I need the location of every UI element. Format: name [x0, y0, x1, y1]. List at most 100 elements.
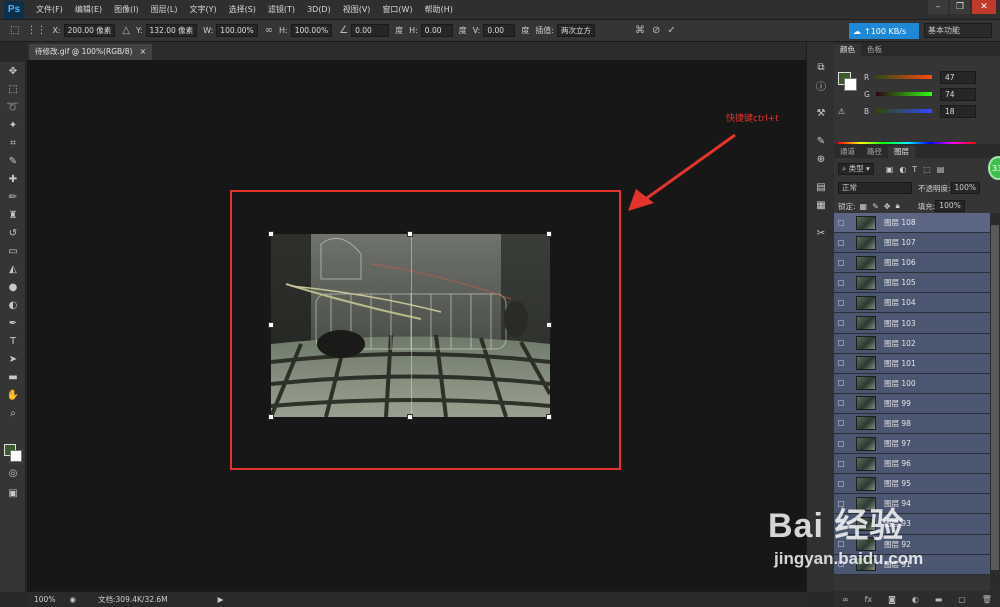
interpolation-select[interactable]: 两次立方: [557, 24, 596, 37]
lock-position-icon[interactable]: ✥: [884, 202, 891, 211]
lock-image-icon[interactable]: ✎: [872, 202, 879, 211]
transform-handle-bl[interactable]: [268, 414, 274, 420]
blur-tool-icon[interactable]: ●: [0, 278, 26, 296]
magic-wand-icon[interactable]: ✦: [0, 116, 26, 134]
layer-filter-select[interactable]: ⌕ 类型 ▾: [838, 163, 874, 175]
layer-image[interactable]: [271, 234, 550, 417]
link-layers-icon[interactable]: ∞: [842, 595, 849, 604]
tab-swatches[interactable]: 色板: [861, 44, 888, 56]
red-slider[interactable]: [876, 75, 932, 79]
visibility-toggle[interactable]: [834, 434, 848, 454]
delta-icon[interactable]: △: [122, 25, 130, 36]
transform-handle-bc[interactable]: [407, 414, 413, 420]
clone-stamp-icon[interactable]: ♜: [0, 206, 26, 224]
document-tab[interactable]: 待修改.gif @ 100%(RGB/8) ×: [29, 44, 153, 60]
maximize-icon[interactable]: ❐: [950, 0, 970, 14]
transform-handle-br[interactable]: [546, 414, 552, 420]
y-field[interactable]: 132.00 像素: [145, 24, 198, 37]
crop-tool-icon[interactable]: ⌗: [0, 134, 26, 152]
w-field[interactable]: 100.00%: [216, 24, 258, 37]
zoom-level[interactable]: 100%: [34, 595, 55, 604]
clone-source-icon[interactable]: ⊕: [807, 150, 835, 168]
transform-handle-tc[interactable]: [407, 231, 413, 237]
hskew-field[interactable]: 0.00: [420, 24, 453, 37]
red-value[interactable]: 47: [940, 70, 976, 84]
tools-extra-icon[interactable]: ✂: [807, 224, 835, 242]
tool-presets-icon[interactable]: ⚒: [807, 104, 835, 122]
menu-file[interactable]: 文件(F): [36, 4, 63, 15]
visibility-toggle[interactable]: [834, 373, 848, 393]
marquee-tool-icon[interactable]: ⬚: [0, 80, 26, 98]
menu-view[interactable]: 视图(V): [343, 4, 371, 15]
menu-type[interactable]: 文字(Y): [189, 4, 216, 15]
opacity-field[interactable]: 100%: [950, 182, 980, 194]
layer-row[interactable]: 图层 98: [834, 413, 990, 435]
healing-brush-icon[interactable]: ✚: [0, 170, 26, 188]
brush-tool-icon[interactable]: ✏: [0, 188, 26, 206]
link-icon[interactable]: ∞: [265, 25, 273, 36]
cancel-transform-icon[interactable]: ⊘: [652, 25, 660, 36]
new-group-icon[interactable]: ▬: [935, 595, 943, 604]
paragraph-icon[interactable]: ▤: [807, 178, 835, 196]
close-icon[interactable]: ✕: [972, 0, 996, 14]
eraser-icon[interactable]: ▭: [0, 242, 26, 260]
close-tab-icon[interactable]: ×: [140, 47, 146, 56]
add-mask-icon[interactable]: ◙: [888, 595, 896, 604]
panel-background-swatch[interactable]: [844, 78, 857, 91]
transform-handle-tl[interactable]: [268, 231, 274, 237]
lasso-tool-icon[interactable]: ➰: [0, 98, 26, 116]
move-tool-icon[interactable]: ✥: [0, 62, 26, 80]
lock-transparent-icon[interactable]: ▦: [860, 202, 868, 211]
new-layer-icon[interactable]: ▢: [958, 595, 966, 604]
status-info-icon[interactable]: ◉: [69, 595, 76, 604]
reference-point-icon[interactable]: ⋮⋮: [26, 25, 46, 36]
vskew-field[interactable]: 0.00: [483, 24, 516, 37]
layer-row[interactable]: 图层 105: [834, 273, 990, 294]
menu-filter[interactable]: 滤镜(T): [268, 4, 295, 15]
layer-row[interactable]: 图层 104: [834, 293, 990, 314]
dodge-tool-icon[interactable]: ◐: [0, 296, 26, 314]
warp-icon[interactable]: ⌘: [635, 25, 645, 36]
transform-handle-ml[interactable]: [268, 322, 274, 328]
filter-text-icon[interactable]: T: [912, 165, 917, 174]
type-tool-icon[interactable]: T: [0, 332, 26, 350]
layer-style-icon[interactable]: fx: [865, 595, 873, 604]
menu-help[interactable]: 帮助(H): [425, 4, 453, 15]
commit-transform-icon[interactable]: ✓: [667, 25, 675, 36]
visibility-toggle[interactable]: [834, 333, 848, 353]
filter-pixel-icon[interactable]: ▣: [886, 165, 894, 174]
path-selection-icon[interactable]: ➤: [0, 350, 26, 368]
background-color-swatch[interactable]: [10, 450, 22, 462]
paint-bucket-icon[interactable]: ◭: [0, 260, 26, 278]
transform-handle-mr[interactable]: [546, 322, 552, 328]
tab-channels[interactable]: 通道: [834, 146, 861, 158]
tab-color[interactable]: 颜色: [834, 44, 861, 56]
visibility-toggle[interactable]: [834, 253, 848, 273]
layer-scroll-thumb[interactable]: [991, 225, 999, 570]
visibility-toggle[interactable]: [834, 313, 848, 333]
blue-value[interactable]: 18: [940, 104, 976, 118]
fill-field[interactable]: 100%: [935, 200, 965, 212]
hand-tool-icon[interactable]: ✋: [0, 386, 26, 404]
layer-row[interactable]: 图层 106: [834, 253, 990, 274]
pen-tool-icon[interactable]: ✒: [0, 314, 26, 332]
adjustment-layer-icon[interactable]: ◐: [912, 595, 919, 604]
menu-layer[interactable]: 图层(L): [151, 4, 178, 15]
visibility-toggle[interactable]: [834, 213, 848, 233]
visibility-toggle[interactable]: [834, 233, 848, 253]
quick-mask-icon[interactable]: ◎: [0, 464, 26, 482]
transform-tool-icon[interactable]: ⬚: [10, 25, 19, 36]
screen-mode-icon[interactable]: ▣: [0, 484, 26, 502]
zoom-tool-icon[interactable]: ⌕: [0, 404, 26, 422]
layer-row[interactable]: 图层 107: [834, 233, 990, 254]
layer-row[interactable]: 图层 101: [834, 353, 990, 374]
filter-adjust-icon[interactable]: ◐: [899, 165, 906, 174]
brush-panel-icon[interactable]: ✎: [807, 132, 835, 150]
green-value[interactable]: 74: [940, 87, 976, 101]
tab-paths[interactable]: 路径: [861, 146, 888, 158]
layer-row[interactable]: 图层 96: [834, 454, 990, 475]
layer-row[interactable]: 图层 102: [834, 333, 990, 354]
lock-all-icon[interactable]: 🔒︎: [896, 201, 900, 211]
visibility-toggle[interactable]: [834, 353, 848, 373]
filter-shape-icon[interactable]: ⬚: [923, 165, 931, 174]
